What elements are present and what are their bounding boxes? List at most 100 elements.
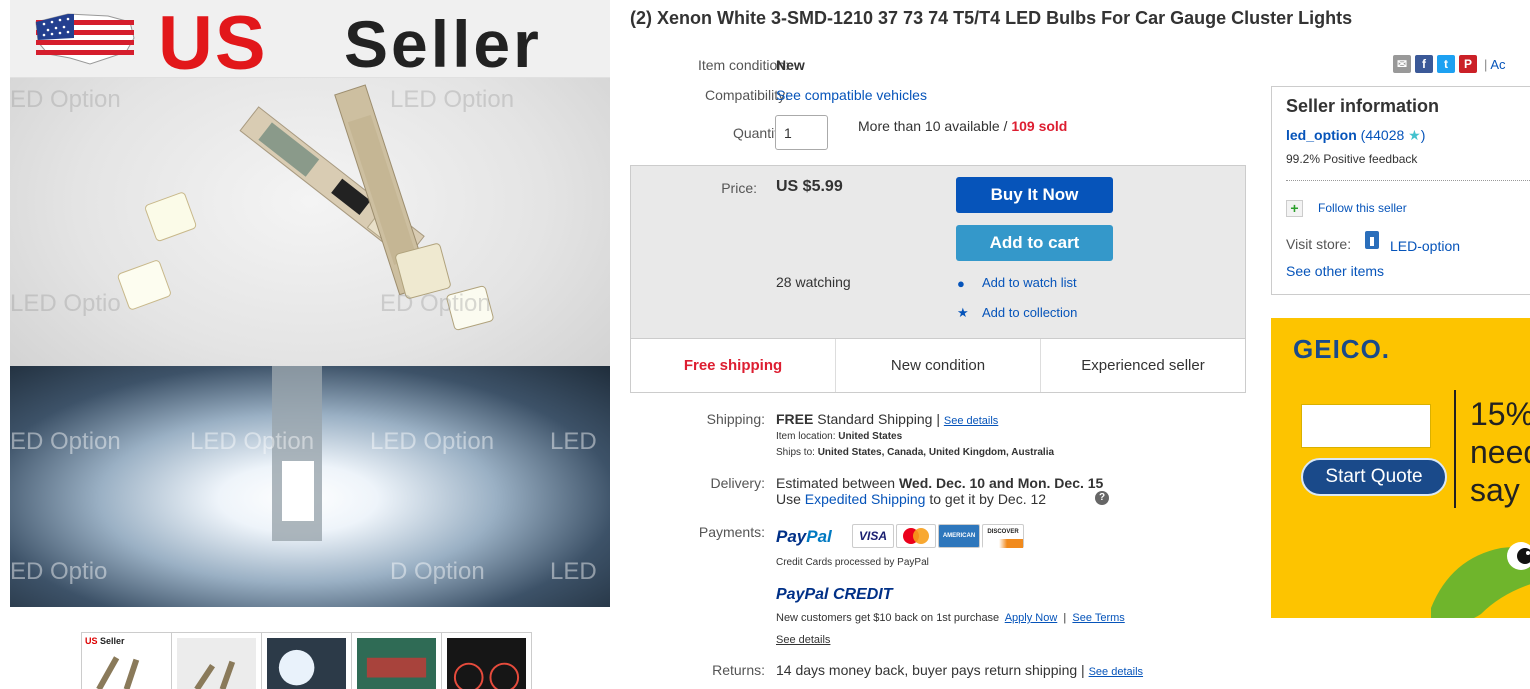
quantity-input[interactable] bbox=[775, 115, 828, 150]
banner-us-text: US bbox=[158, 1, 268, 86]
price-value: US $5.99 bbox=[776, 178, 843, 195]
returns-details-link[interactable]: See details bbox=[1089, 666, 1143, 678]
store-icon bbox=[1365, 231, 1379, 249]
thumb-board-image bbox=[357, 638, 436, 689]
watermark-text: LED Option bbox=[190, 428, 315, 455]
paypal-credit-offer: New customers get $10 back on 1st purcha… bbox=[776, 612, 1125, 624]
bulbs-photo: US Seller ED Option LED Option LED Optio bbox=[10, 0, 610, 366]
highlights-strip: Free shipping New condition Experienced … bbox=[631, 338, 1245, 392]
watermark-text: LED bbox=[550, 428, 597, 455]
compatible-vehicles-link[interactable]: See compatible vehicles bbox=[776, 87, 927, 103]
pinterest-share-icon[interactable]: P bbox=[1459, 55, 1477, 73]
expedited-line: Use Expedited Shipping to get it by Dec.… bbox=[776, 491, 1047, 507]
facebook-share-icon[interactable]: f bbox=[1415, 55, 1433, 73]
paypal-see-details-link[interactable]: See details bbox=[776, 634, 830, 646]
geico-ad[interactable]: GEICO. Start Quote 15% need say r bbox=[1271, 318, 1530, 618]
watermark-text: ED Option bbox=[380, 290, 491, 317]
amex-card-icon: AMERICAN EXPRESS bbox=[938, 524, 980, 561]
watermark-text: D Option bbox=[390, 558, 485, 585]
star-icon: ★ bbox=[957, 305, 969, 320]
shipping-label: Shipping: bbox=[706, 411, 765, 427]
visit-store-label: Visit store: bbox=[1286, 236, 1352, 252]
feedback-score-link[interactable]: 44028 bbox=[1365, 127, 1404, 143]
us-seller-banner: US Seller bbox=[10, 0, 610, 86]
seller-name-line: led_option (44028 ★) bbox=[1286, 127, 1426, 143]
add-to-collection-link[interactable]: Add to collection bbox=[982, 305, 1077, 320]
store-link[interactable]: LED-option bbox=[1390, 238, 1460, 254]
listing-title: (2) Xenon White 3-SMD-1210 37 73 74 T5/T… bbox=[630, 8, 1353, 28]
ad-headline-2: need bbox=[1470, 434, 1530, 470]
main-product-image[interactable]: US Seller ED Option LED Option LED Optio bbox=[10, 0, 610, 607]
plus-icon[interactable]: + bbox=[1286, 200, 1303, 217]
feedback-star-icon: ★ bbox=[1408, 127, 1421, 143]
add-to-watch-list-link[interactable]: Add to watch list bbox=[982, 275, 1077, 290]
see-other-items-link[interactable]: See other items bbox=[1286, 263, 1384, 279]
item-location: Item location: United States bbox=[776, 431, 903, 442]
watermark-text: ED Option bbox=[10, 86, 121, 113]
geico-logo: GEICO. bbox=[1293, 334, 1391, 364]
payments-label: Payments: bbox=[698, 524, 765, 540]
thumbnail-1[interactable]: US Seller bbox=[81, 632, 172, 689]
delivery-estimate: Estimated between Wed. Dec. 10 and Mon. … bbox=[776, 475, 1104, 491]
led-bulbs-illustration bbox=[117, 84, 494, 331]
visa-card-icon: VISA bbox=[852, 524, 894, 548]
add-to-cart-button[interactable]: Add to cart bbox=[956, 225, 1113, 261]
paypal-logo: PayPal bbox=[776, 527, 832, 546]
seller-username-link[interactable]: led_option bbox=[1286, 127, 1357, 143]
delivery-label: Delivery: bbox=[710, 475, 765, 491]
watermark-text: LED Optio bbox=[10, 290, 121, 317]
ships-to: Ships to: United States, Canada, United … bbox=[776, 447, 1055, 458]
see-terms-link[interactable]: See Terms bbox=[1072, 612, 1124, 624]
mastercard-icon bbox=[896, 524, 936, 548]
share-separator: | bbox=[1484, 56, 1488, 72]
twitter-share-icon[interactable]: t bbox=[1437, 55, 1455, 73]
returns-label: Returns: bbox=[712, 662, 765, 678]
shipping-free: FREE bbox=[776, 411, 814, 427]
thumb-bulbs-image bbox=[177, 638, 256, 689]
thumbnail-4[interactable] bbox=[351, 632, 442, 689]
seller-info-heading: Seller information bbox=[1286, 96, 1440, 116]
condition-value: New bbox=[776, 57, 805, 73]
thumb-lit-bulb-image bbox=[267, 638, 346, 689]
thumbnail-2[interactable] bbox=[171, 632, 262, 689]
banner-seller-text: Seller bbox=[344, 7, 542, 81]
watermark-text: LED Option bbox=[370, 428, 495, 455]
price-label: Price: bbox=[721, 180, 757, 196]
watermark-text: ED Optio bbox=[10, 558, 108, 585]
experienced-seller-badge: Experienced seller bbox=[1081, 357, 1205, 374]
positive-feedback: 99.2% Positive feedback bbox=[1286, 152, 1418, 166]
help-icon[interactable]: ? bbox=[1095, 491, 1109, 505]
buy-box: Free shipping New condition Experienced … bbox=[630, 165, 1246, 393]
zip-code-input[interactable] bbox=[1301, 404, 1431, 448]
thumb-bulbs-image bbox=[96, 656, 140, 689]
thumb-cluster-image bbox=[447, 638, 526, 689]
start-quote-button[interactable]: Start Quote bbox=[1301, 458, 1447, 496]
share-bar: ✉ f t P | Ac bbox=[1393, 55, 1506, 73]
availability-text: More than 10 available / 109 sold bbox=[858, 118, 1068, 134]
apply-now-link[interactable]: Apply Now bbox=[1005, 612, 1058, 624]
credit-card-processed: Credit Cards processed by PayPal bbox=[776, 557, 929, 568]
follow-seller-link[interactable]: Follow this seller bbox=[1318, 201, 1407, 215]
thumbnail-3[interactable] bbox=[261, 632, 352, 689]
new-condition-badge: New condition bbox=[836, 339, 1041, 392]
watermark-text: LED Option bbox=[390, 86, 515, 113]
watermark-text: ED Option bbox=[10, 428, 121, 455]
expedited-shipping-link[interactable]: Expedited Shipping bbox=[805, 491, 926, 507]
returns-text: 14 days money back, buyer pays return sh… bbox=[776, 662, 1144, 678]
ad-divider bbox=[1454, 390, 1456, 508]
gecko-mascot-icon bbox=[1431, 542, 1530, 618]
thumbnail-5[interactable] bbox=[441, 632, 532, 689]
watermark-text: LED bbox=[550, 558, 597, 585]
email-share-icon[interactable]: ✉ bbox=[1393, 55, 1411, 73]
shipping-line: FREE Standard Shipping | See details bbox=[776, 411, 999, 427]
ad-headline-3: say r bbox=[1470, 472, 1530, 508]
lit-bulb-photo: ED Option LED Option LED Option LED ED O… bbox=[10, 366, 610, 607]
eye-icon: ● bbox=[957, 276, 965, 291]
buy-it-now-button[interactable]: Buy It Now bbox=[956, 177, 1113, 213]
add-to-list-link[interactable]: Ac bbox=[1490, 57, 1505, 72]
usa-flag-map-icon bbox=[35, 13, 135, 65]
sold-count: 109 sold bbox=[1011, 118, 1068, 134]
shipping-details-link[interactable]: See details bbox=[944, 415, 998, 427]
thumbnail-strip: US Seller bbox=[81, 632, 532, 689]
free-shipping-badge: Free shipping bbox=[631, 339, 836, 392]
